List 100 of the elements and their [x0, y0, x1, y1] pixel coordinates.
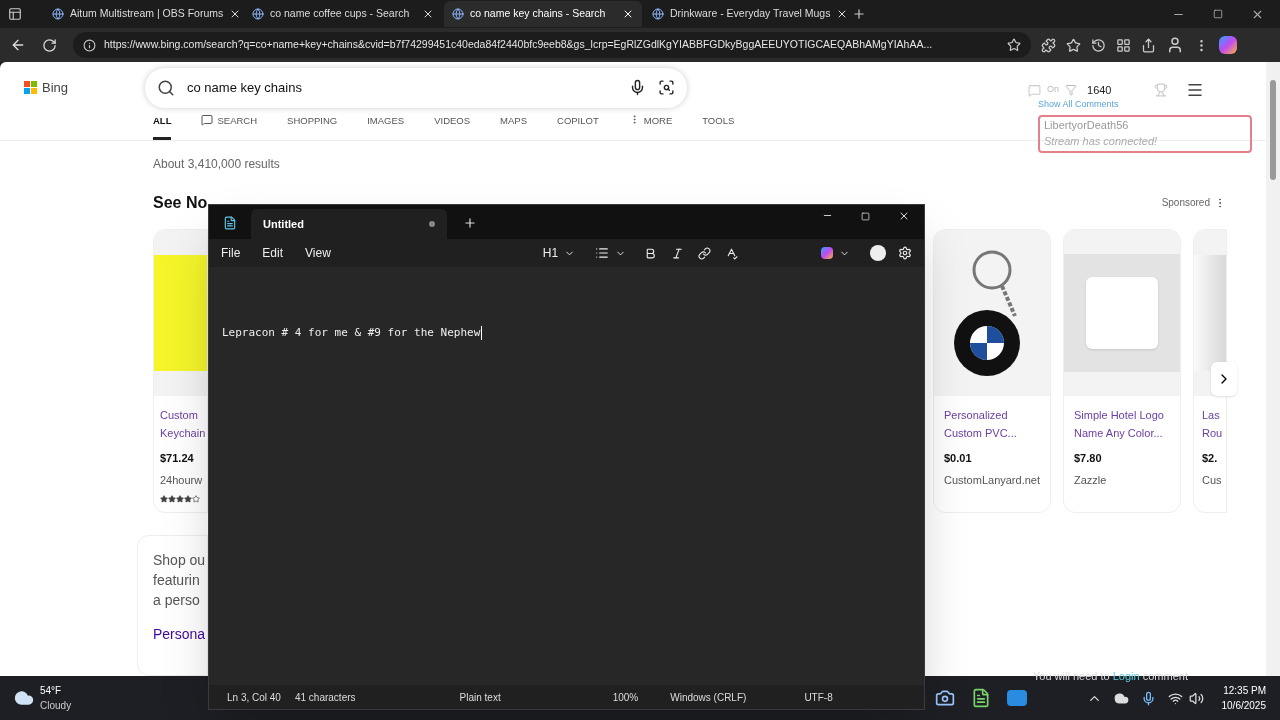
seller-name: Cus: [1202, 473, 1222, 489]
chat-text: Stream has connected!: [1044, 134, 1159, 149]
search-tab[interactable]: MAPS: [500, 113, 527, 140]
refresh-icon[interactable]: [42, 37, 57, 53]
collections-icon[interactable]: [1116, 37, 1131, 53]
close-icon[interactable]: [898, 210, 910, 222]
product-title[interactable]: Name Any Color...: [1074, 423, 1163, 442]
browser-tab[interactable]: co name coffee cups - Search: [244, 1, 442, 27]
next-button[interactable]: [1211, 361, 1237, 396]
section-title: See No: [153, 192, 208, 213]
volume-icon[interactable]: [1188, 690, 1204, 706]
clock[interactable]: 12:35 PM 10/6/2025: [1221, 683, 1266, 713]
text-line: Lepracon # 4 for me & #9 for the Nephew: [222, 325, 481, 341]
search-tab[interactable]: ALL: [153, 113, 172, 140]
bing-logo[interactable]: Bing: [42, 78, 69, 98]
network-icon[interactable]: [1167, 690, 1183, 706]
visual-search-icon[interactable]: [658, 79, 676, 97]
copilot-button[interactable]: [821, 247, 850, 259]
menu-item[interactable]: View: [305, 244, 331, 262]
status-item: 100%: [612, 690, 639, 705]
search-tab[interactable]: SHOPPING: [287, 113, 338, 140]
list-icon: [595, 246, 610, 260]
camera-app-icon[interactable]: [934, 688, 955, 708]
favorite-icon[interactable]: [1007, 38, 1021, 52]
search-tab[interactable]: COPILOT: [557, 113, 599, 140]
viewer-count: 1640: [1087, 82, 1112, 98]
product-price: $7.80: [1074, 450, 1102, 466]
product-price: $71.24: [160, 450, 194, 466]
settings-icon[interactable]: [898, 246, 912, 260]
product-title[interactable]: Las: [1202, 405, 1220, 424]
product-title[interactable]: Keychain: [160, 423, 206, 442]
seller-name: 24hourw: [160, 473, 203, 489]
site-icon: [452, 8, 464, 20]
search-tab[interactable]: TOOLS: [702, 113, 735, 140]
product-title[interactable]: Rou: [1202, 423, 1223, 442]
text-cursor: [481, 326, 483, 340]
new-tab-icon[interactable]: [463, 216, 477, 230]
search-tab[interactable]: IMAGES: [367, 113, 405, 140]
restore-icon[interactable]: [1213, 9, 1223, 19]
spellcheck-icon[interactable]: [725, 246, 739, 260]
site-icon: [652, 8, 664, 20]
maximize-icon[interactable]: [861, 212, 870, 221]
search-field[interactable]: co name key chains: [145, 67, 688, 108]
seller-name: CustomLanyard.net: [944, 473, 1040, 489]
onedrive-icon[interactable]: [1113, 690, 1129, 706]
site-icon: [52, 8, 64, 20]
new-tab-icon[interactable]: [852, 7, 866, 21]
temperature: 54°F: [40, 684, 63, 698]
login-link[interactable]: Login: [1112, 670, 1140, 682]
site-icon: [252, 8, 264, 20]
copilot-icon[interactable]: [1219, 36, 1237, 54]
status-item: 41 characters: [294, 690, 356, 705]
bing-logo-icon: [24, 80, 38, 95]
search-tab[interactable]: MORE: [628, 113, 673, 140]
tab-actions-icon[interactable]: [8, 7, 22, 21]
seller-name: Zazzle: [1074, 473, 1107, 489]
favorites-icon[interactable]: [1066, 37, 1081, 53]
product-title[interactable]: Custom PVC...: [944, 423, 1017, 442]
text-editor[interactable]: Lepracon # 4 for me & #9 for the Nephew: [209, 267, 924, 685]
product-price: $0.01: [944, 450, 972, 466]
copilot-icon: [821, 247, 833, 259]
chat-username: LibertyorDeath56: [1044, 117, 1130, 133]
document-tab[interactable]: Untitled: [251, 209, 447, 239]
menu-item[interactable]: Edit: [262, 244, 284, 262]
bold-icon[interactable]: [644, 246, 658, 260]
browser-tab[interactable]: Drinkware - Everyday Travel Mugs: [644, 1, 842, 27]
close-tab-icon[interactable]: [622, 8, 634, 20]
close-tab-icon[interactable]: [422, 8, 434, 20]
shop-text: a perso: [153, 590, 200, 610]
product-price: $2.: [1202, 450, 1218, 466]
menu-icon[interactable]: [1185, 81, 1204, 99]
address-bar[interactable]: https://www.bing.com/search?q=co+name+key+chains&cvid=b7f74299451c40eda84f2440bfc9eeb8&gs_lcrp=EgRlZGdlKgYIABBFGDkyBggAEEUYOTIGCAEQABhAMgYIAhAA...: [73, 32, 1031, 58]
italic-icon[interactable]: [671, 246, 685, 260]
menu-item[interactable]: File: [221, 244, 241, 262]
photos-app-icon[interactable]: [1006, 690, 1027, 706]
browser-tab[interactable]: Aitum Multistream | OBS Forums: [44, 1, 242, 27]
heading-dropdown[interactable]: H1: [542, 244, 576, 262]
microphone-icon[interactable]: [1140, 690, 1156, 706]
status-item: Windows (CRLF): [670, 690, 747, 705]
product-title[interactable]: Custom: [160, 405, 198, 424]
account-icon[interactable]: [870, 245, 886, 261]
back-icon[interactable]: [10, 37, 26, 53]
search-tab[interactable]: SEARCH: [201, 113, 258, 140]
weather-text: Cloudy: [40, 699, 72, 713]
browser-tab[interactable]: co name key chains - Search: [444, 1, 642, 27]
history-icon[interactable]: [1091, 37, 1106, 53]
extensions-icon[interactable]: [1041, 37, 1056, 53]
status-item: UTF-8: [804, 690, 833, 705]
link-icon[interactable]: [698, 246, 712, 260]
status-item: Ln 3, Col 40: [227, 690, 281, 705]
login-notice: You will need to Login comment: [1033, 669, 1188, 684]
result-link[interactable]: Persona: [153, 623, 206, 645]
profile-icon[interactable]: [1166, 36, 1184, 54]
list-dropdown[interactable]: [595, 246, 627, 260]
product-title[interactable]: Simple Hotel Logo: [1074, 405, 1164, 424]
product-title[interactable]: Personalized: [944, 405, 1008, 424]
result-count: About 3,410,000 results: [153, 155, 281, 173]
share-icon[interactable]: [1141, 37, 1156, 53]
search-tab[interactable]: VIDEOS: [434, 113, 471, 140]
shop-text: Shop ou: [153, 550, 206, 570]
